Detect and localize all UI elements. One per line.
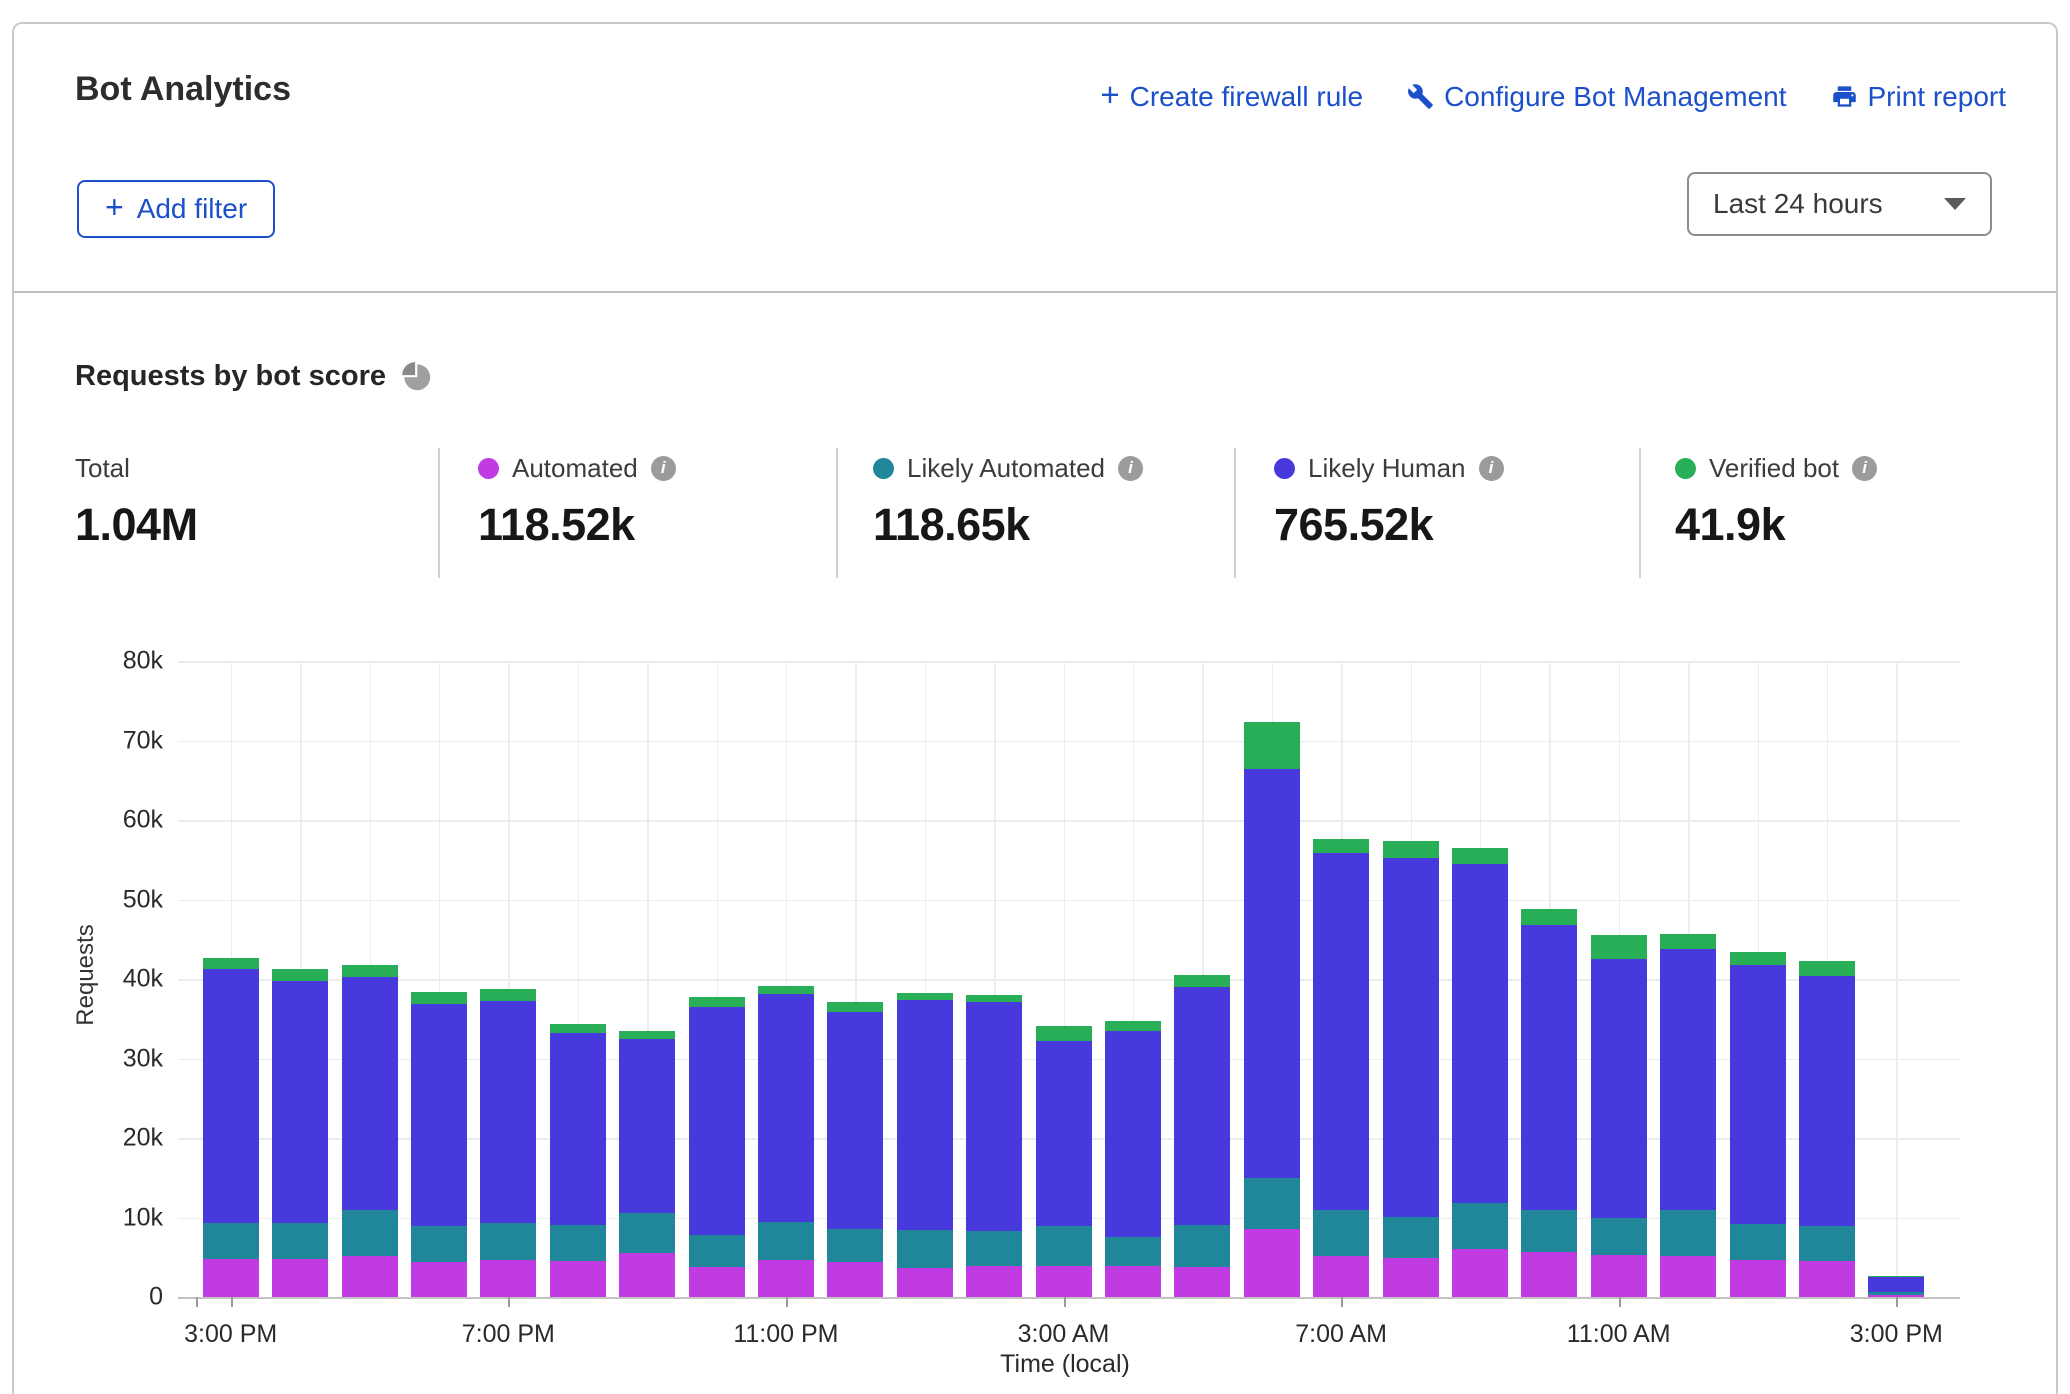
stat-likely-human: Likely Human i 765.52k [1274, 453, 1504, 551]
time-range-dropdown[interactable]: Last 24 hours [1687, 172, 1992, 236]
plus-icon: + [1100, 78, 1119, 111]
configure-bot-management-label: Configure Bot Management [1444, 81, 1786, 113]
header-actions: + Create firewall rule Configure Bot Man… [1100, 80, 2006, 113]
header-divider [13, 291, 2057, 293]
bot-analytics-page: Bot Analytics + Create firewall rule Con… [0, 0, 2070, 1394]
stat-verified-bot: Verified bot i 41.9k [1675, 453, 1877, 551]
pie-chart-icon [401, 361, 432, 392]
stat-label: Likely Automated [907, 453, 1105, 484]
info-icon[interactable]: i [1852, 456, 1877, 481]
stat-divider [438, 448, 440, 578]
stat-value: 1.04M [75, 499, 198, 551]
stat-divider [836, 448, 838, 578]
time-range-value: Last 24 hours [1713, 188, 1883, 220]
print-report-label: Print report [1868, 81, 2007, 113]
stat-value: 41.9k [1675, 499, 1877, 551]
stat-value: 765.52k [1274, 499, 1504, 551]
chevron-down-icon [1944, 198, 1966, 210]
stats-row: Total 1.04M Automated i 118.52k Likely Automa… [0, 445, 2070, 585]
create-firewall-rule-label: Create firewall rule [1130, 81, 1363, 113]
plus-icon: + [105, 191, 124, 223]
stat-label: Likely Human [1308, 453, 1466, 484]
add-filter-label: Add filter [137, 193, 248, 225]
stat-likely-automated: Likely Automated i 118.65k [873, 453, 1143, 551]
info-icon[interactable]: i [1479, 456, 1504, 481]
stat-divider [1234, 448, 1236, 578]
printer-icon [1831, 83, 1858, 110]
stat-value: 118.52k [478, 499, 676, 551]
stat-divider [1639, 448, 1641, 578]
page-title: Bot Analytics [75, 70, 291, 109]
section-heading-label: Requests by bot score [75, 360, 386, 393]
stat-label: Verified bot [1709, 453, 1839, 484]
info-icon[interactable]: i [651, 456, 676, 481]
legend-dot [1675, 458, 1696, 479]
legend-dot [478, 458, 499, 479]
configure-bot-management-link[interactable]: Configure Bot Management [1407, 81, 1786, 113]
legend-dot [1274, 458, 1295, 479]
info-icon[interactable]: i [1118, 456, 1143, 481]
stat-label: Total [75, 453, 130, 484]
print-report-link[interactable]: Print report [1831, 81, 2007, 113]
stat-label: Automated [512, 453, 638, 484]
legend-dot [873, 458, 894, 479]
wrench-icon [1407, 83, 1434, 110]
stat-total: Total 1.04M [75, 453, 198, 551]
section-heading: Requests by bot score [75, 360, 432, 393]
stat-value: 118.65k [873, 499, 1143, 551]
stat-automated: Automated i 118.52k [478, 453, 676, 551]
add-filter-button[interactable]: + Add filter [77, 180, 275, 238]
create-firewall-rule-link[interactable]: + Create firewall rule [1100, 80, 1363, 113]
